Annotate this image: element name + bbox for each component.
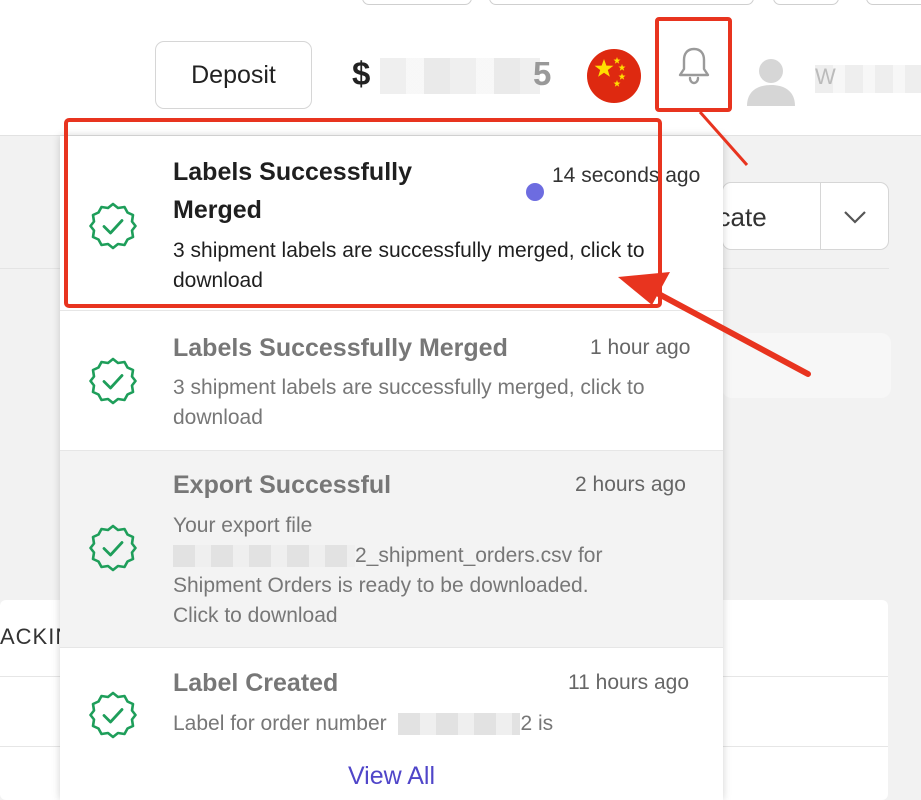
- notification-body: Label for order number 2 is: [173, 709, 673, 739]
- top-tab[interactable]: [489, 0, 754, 5]
- notification-item[interactable]: Labels Successfully Merged 14 seconds ag…: [60, 136, 723, 311]
- balance-amount-redacted: [380, 58, 540, 94]
- notification-body-suffix: 2 is: [520, 712, 554, 735]
- balance-amount-tail: 5: [533, 55, 552, 92]
- china-flag-icon[interactable]: [587, 49, 641, 103]
- bell-icon: [678, 47, 709, 84]
- notification-title: Label Created: [173, 669, 339, 697]
- notification-bell-button[interactable]: [655, 17, 732, 112]
- notification-body-line: Your export file: [173, 514, 313, 537]
- badge-check-icon: [89, 691, 137, 739]
- notification-item[interactable]: Export Successful 2 hours ago Your expor…: [60, 451, 723, 648]
- notification-body: Your export file 2_shipment_orders.csv f…: [173, 511, 673, 631]
- deposit-button[interactable]: Deposit: [155, 41, 312, 109]
- top-tab[interactable]: [866, 0, 921, 5]
- badge-check-icon: [89, 524, 137, 572]
- notification-time: 1 hour ago: [590, 336, 691, 359]
- badge-check-icon: [89, 202, 137, 250]
- view-all-link[interactable]: View All: [60, 762, 723, 791]
- notification-body-line: Shipment Orders is ready to be downloade…: [173, 574, 589, 597]
- unread-indicator: [526, 183, 544, 201]
- filename-redacted: [173, 545, 355, 568]
- badge-check-icon: [89, 357, 137, 405]
- user-name-initial: W: [815, 64, 836, 89]
- filename-suffix: 2_shipment_orders.csv for: [355, 544, 603, 567]
- notification-body-line: 2_shipment_orders.csv for: [173, 541, 673, 571]
- top-tab[interactable]: [362, 0, 472, 5]
- notifications-dropdown: Labels Successfully Merged 14 seconds ag…: [60, 136, 723, 800]
- notification-body-line: Click to download: [173, 604, 338, 627]
- notification-time: 2 hours ago: [575, 473, 686, 496]
- notification-title: Export Successful: [173, 471, 392, 499]
- top-tab[interactable]: [773, 0, 839, 5]
- notification-item[interactable]: Labels Successfully Merged 1 hour ago 3 …: [60, 311, 723, 451]
- notification-title: Labels Successfully Merged: [173, 334, 508, 362]
- notification-time: 14 seconds ago: [552, 164, 701, 187]
- notification-body: 3 shipment labels are successfully merge…: [173, 376, 645, 429]
- order-number-redacted: [398, 713, 521, 736]
- notification-title: Labels Successfully Merged: [173, 158, 413, 224]
- chevron-down-icon[interactable]: [843, 205, 867, 229]
- top-header: Deposit $ 5 W: [0, 0, 921, 136]
- notification-body-prefix: Label for order number: [173, 712, 387, 735]
- notification-body: 3 shipment labels are successfully merge…: [173, 239, 645, 292]
- user-avatar-icon[interactable]: [745, 56, 797, 108]
- notification-time: 11 hours ago: [568, 671, 690, 694]
- filter-panel: [722, 333, 891, 398]
- split-divider: [820, 182, 821, 250]
- balance-currency: $: [352, 55, 371, 92]
